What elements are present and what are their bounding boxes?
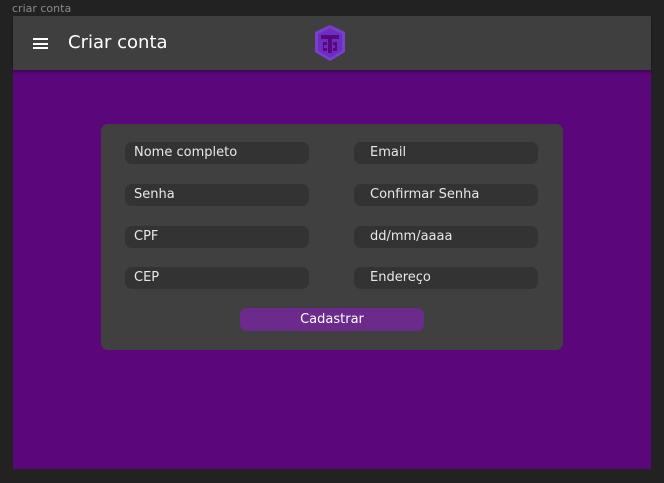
hamburger-menu-icon[interactable]	[33, 38, 48, 49]
address-field[interactable]	[354, 267, 538, 289]
menu-line	[33, 47, 48, 49]
birth-date-field[interactable]	[354, 226, 538, 248]
app-bar: Criar conta	[13, 16, 651, 70]
full-name-field[interactable]	[125, 142, 309, 164]
cpf-field[interactable]	[125, 226, 309, 248]
signup-form-card: Cadastrar	[101, 124, 563, 350]
menu-line	[33, 38, 48, 40]
page-title: Criar conta	[68, 32, 168, 53]
cep-field[interactable]	[125, 267, 309, 289]
confirm-password-field[interactable]	[354, 184, 538, 206]
window-title: criar conta	[12, 2, 72, 15]
app-window: Criar conta Cadastrar	[13, 16, 651, 469]
email-field[interactable]	[354, 142, 538, 164]
password-field[interactable]	[125, 184, 309, 206]
menu-line	[33, 42, 48, 45]
register-button[interactable]: Cadastrar	[240, 308, 424, 331]
shield-logo-icon	[315, 25, 345, 61]
